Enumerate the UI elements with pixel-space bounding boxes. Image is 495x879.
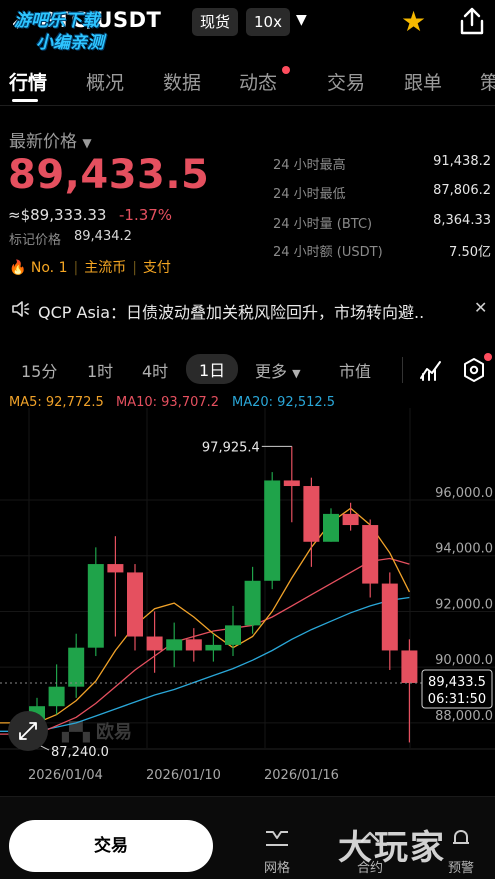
mark-price-label: 标记价格 [9,233,62,248]
latest-price-label[interactable]: 最新价格 ▼ [9,127,92,152]
indicator-icon[interactable] [419,358,443,382]
spot-tag[interactable]: 现货 [192,8,239,36]
pair-dropdown-icon[interactable]: ▼ [296,12,307,28]
chevron-down-icon: ▼ [82,136,92,150]
tab-trade[interactable]: 交易 [327,68,365,95]
timeframe-15m[interactable]: 15分 [21,358,57,382]
price-change-percent: -1.37% [119,206,173,224]
candle-body [205,644,222,651]
candle-body [127,572,143,637]
top-bar: ← BTC/USDT 游吧乐下载 小编亲测 现货 10x ▼ ★ [0,0,495,53]
bell-icon [453,830,469,844]
tab-strategy[interactable]: 策 [480,68,495,95]
candle-body [87,564,104,648]
candle-body [303,486,320,542]
candle-body [264,480,281,581]
candle-body [401,650,418,683]
market-cap-toggle[interactable]: 市值 [339,358,371,382]
timeframe-1d[interactable]: 1日 [186,354,239,384]
toolbar-divider [402,357,403,383]
x-tick-label: 2026/01/04 [28,768,103,783]
tab-news-feed[interactable]: 动态 [239,68,277,95]
timeframe-more[interactable]: 更多 ▼ [255,358,301,382]
section-tabs: 行情 概况 数据 动态 交易 跟单 策 [0,60,495,106]
favorite-star-icon[interactable]: ★ [401,5,426,38]
active-tab-indicator [12,99,38,102]
high-price-label: 97,925.4 [202,440,260,455]
y-tick-label: 96,000.0 [435,486,493,501]
category-badge[interactable]: 主流币 [84,260,126,276]
last-price-tag-value: 89,433.5 [428,675,486,690]
tab-data[interactable]: 数据 [163,68,201,95]
low-price-label: 87,240.0 [51,745,109,760]
x-tick-label: 2026/01/10 [146,768,221,783]
candle-body [362,525,379,584]
candle-countdown: 06:31:50 [428,692,486,707]
coin-badges: 🔥 No. 1 | 主流币 | 支付 [9,260,171,276]
timeframe-1h[interactable]: 1时 [87,358,113,382]
candle-body [381,583,398,651]
close-icon[interactable]: ✕ [474,298,487,317]
mark-price-value: 89,434.2 [74,229,132,244]
candle-body [225,625,241,645]
grid-button[interactable]: 网格 [249,827,305,876]
site-watermark: 游吧乐下载 小编亲测 [14,11,104,53]
fire-icon: 🔥 [9,260,27,276]
candle-body [185,639,202,651]
chart-settings-icon[interactable] [462,357,486,383]
candle-body [146,636,163,651]
candle-body [68,647,85,687]
candle-body [107,564,124,573]
tab-overview[interactable]: 概况 [86,68,124,95]
grid-icon [266,831,288,846]
share-icon[interactable] [458,6,486,36]
corner-watermark: 大玩家 [338,828,446,868]
candle-body [48,686,65,707]
trade-button[interactable]: 交易 [9,820,213,872]
last-price: 89,433.5 [8,152,210,198]
tab-market[interactable]: 行情 [9,68,47,95]
ma10-line [0,557,410,735]
unread-dot-icon [282,66,290,74]
stat-24h-volume: 24 小时量 (BTC) 8,364.33 [273,213,491,232]
speaker-icon [12,301,30,317]
y-tick-label: 92,000.0 [435,597,493,612]
leverage-tag[interactable]: 10x [246,8,290,36]
candle-body [166,639,183,651]
news-ticker[interactable]: QCP Asia：日债波动叠加关税风险回升，市场转向避.. ✕ [0,298,495,324]
news-headline[interactable]: QCP Asia：日债波动叠加关税风险回升，市场转向避.. [38,299,468,323]
candle-body [342,513,359,526]
candlestick-chart[interactable]: 96,000.0 94,000.0 92,000.0 90,000.0 88,000.0… [0,408,495,760]
x-tick-label: 2026/01/16 [264,768,339,783]
candle-body [323,513,339,542]
stat-24h-high: 24 小时最高 91,438.2 [273,154,491,173]
stat-24h-low: 24 小时最低 87,806.2 [273,183,491,202]
usd-equivalent: ≈$89,333.33 [8,206,107,224]
candle-body [283,480,300,487]
rank-badge[interactable]: No. 1 [31,260,68,276]
chevron-down-icon: ▼ [292,367,301,380]
payment-badge[interactable]: 支付 [143,260,171,276]
y-tick-label: 94,000.0 [435,542,493,557]
timeframe-4h[interactable]: 4时 [142,358,168,382]
y-tick-label: 90,000.0 [435,653,493,668]
candle-body [244,580,261,626]
settings-notification-dot [484,353,492,361]
tab-copy-trading[interactable]: 跟单 [404,68,442,95]
stat-24h-turnover: 24 小时额 (USDT) 7.50亿 [273,245,491,260]
y-tick-label: 88,000.0 [435,709,493,724]
